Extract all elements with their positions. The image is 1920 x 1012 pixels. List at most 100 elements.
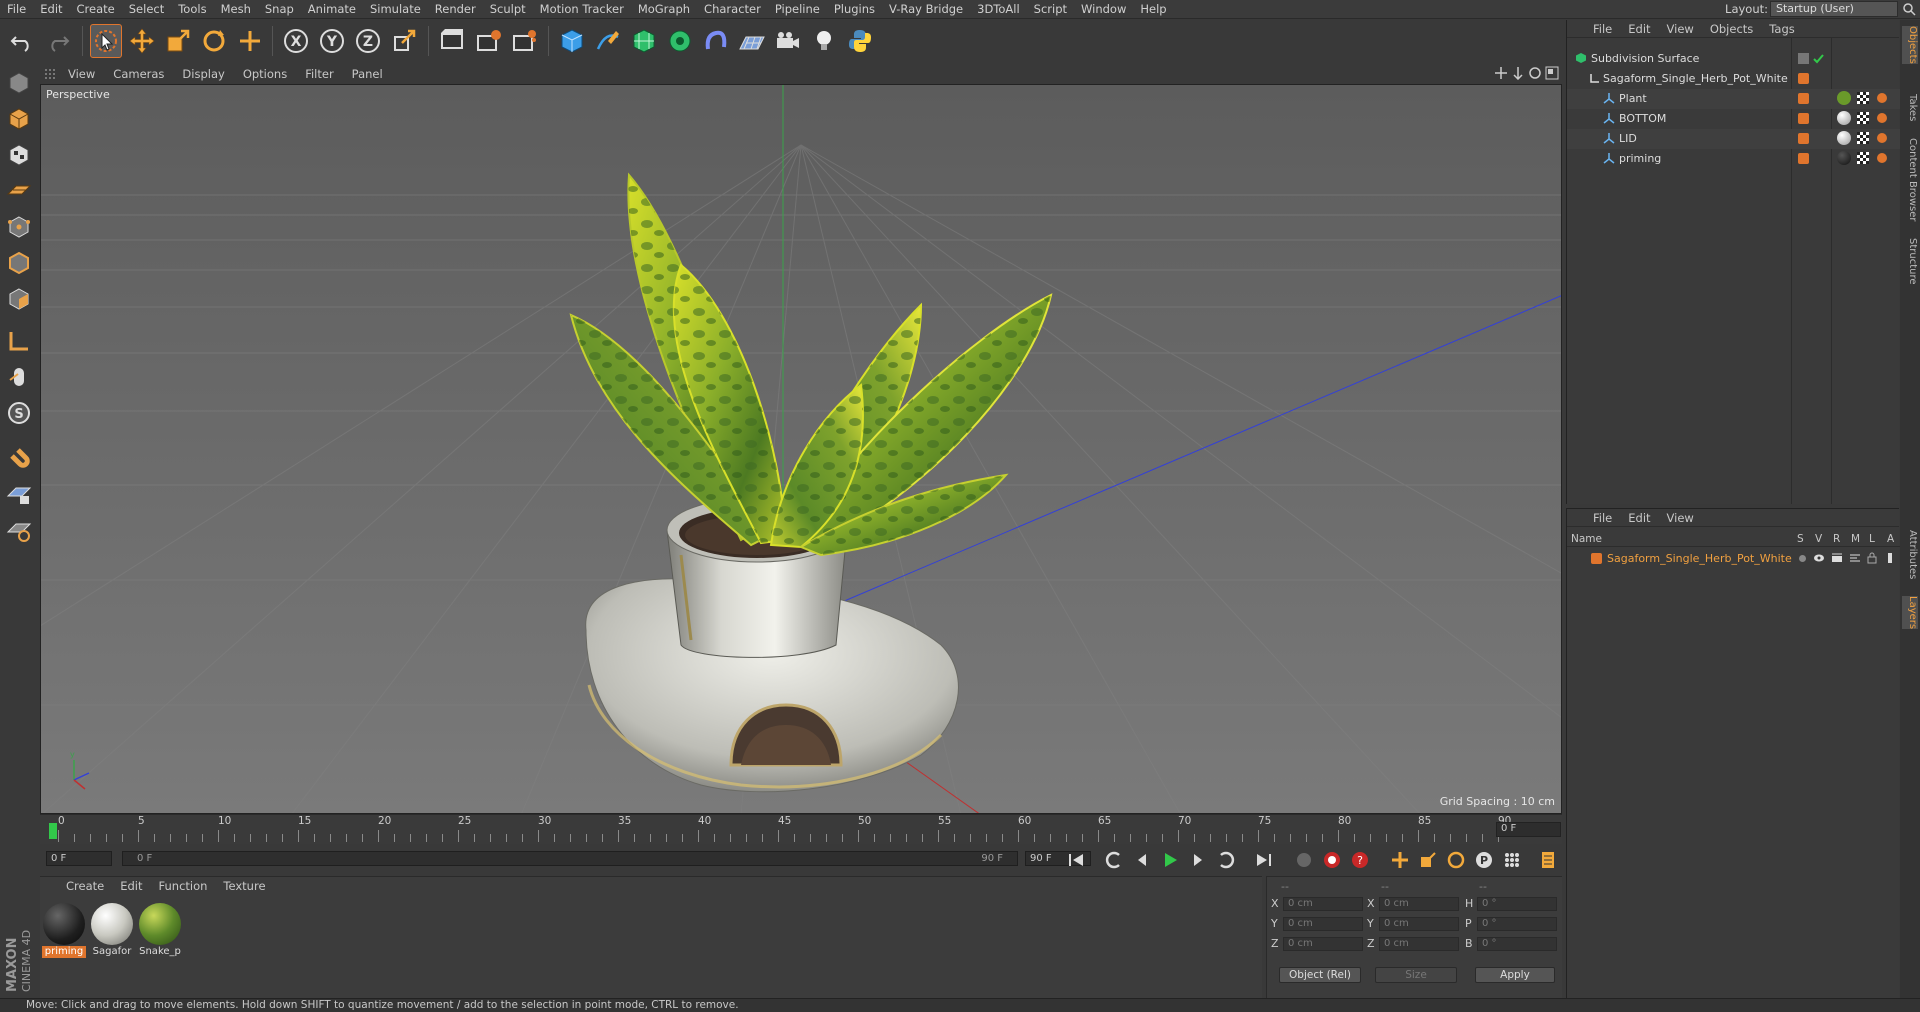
pen-spline-icon[interactable] bbox=[592, 24, 624, 58]
layer-row[interactable]: Sagaform_Single_Herb_Pot_White bbox=[1567, 549, 1900, 569]
menu-window[interactable]: Window bbox=[1074, 2, 1133, 16]
layer-color-dot[interactable] bbox=[1798, 93, 1809, 104]
coordinate-mode-dropdown[interactable]: Object (Rel) bbox=[1279, 967, 1361, 983]
side-tab-attributes[interactable]: Attributes bbox=[1902, 530, 1918, 579]
workplane-lock-icon[interactable] bbox=[3, 479, 34, 510]
move-tool-icon[interactable] bbox=[126, 24, 158, 58]
phong-tag-icon[interactable] bbox=[1877, 113, 1887, 123]
om-menu-tags[interactable]: Tags bbox=[1761, 22, 1802, 36]
x-axis-lock-button[interactable]: X bbox=[280, 24, 312, 58]
layer-color-swatch[interactable] bbox=[1591, 553, 1602, 564]
material-tag-icon[interactable] bbox=[1837, 131, 1851, 145]
3d-viewport[interactable]: y Perspective Grid Spacing : 10 cm bbox=[40, 84, 1562, 814]
play-icon[interactable] bbox=[1158, 849, 1182, 871]
scale-tool-icon[interactable] bbox=[162, 24, 194, 58]
object-row-bottom[interactable]: BOTTOM bbox=[1567, 109, 1900, 129]
light-icon[interactable] bbox=[808, 24, 840, 58]
live-selection-tool-button[interactable] bbox=[90, 24, 122, 58]
uvw-tag-icon[interactable] bbox=[1857, 152, 1869, 164]
side-tab-content-browser[interactable]: Content Browser bbox=[1902, 138, 1918, 221]
key-position-icon[interactable] bbox=[1388, 849, 1412, 871]
axis-mode-icon[interactable] bbox=[3, 325, 34, 356]
size-x-field[interactable]: 0 cm bbox=[1379, 897, 1459, 911]
enabled-check-icon[interactable] bbox=[1813, 53, 1824, 64]
uvw-tag-icon[interactable] bbox=[1857, 112, 1869, 124]
subdivision-surface-icon[interactable] bbox=[628, 24, 660, 58]
viewport-menu-panel[interactable]: Panel bbox=[343, 67, 392, 81]
rot-h-field[interactable]: 0 ° bbox=[1477, 897, 1557, 911]
viewport-menu-view[interactable]: View bbox=[59, 67, 104, 81]
material-tag-icon[interactable] bbox=[1837, 91, 1851, 105]
menu-mograph[interactable]: MoGraph bbox=[631, 2, 697, 16]
layer-color-dot[interactable] bbox=[1798, 153, 1809, 164]
layer-color-dot[interactable] bbox=[1798, 133, 1809, 144]
material-tag-icon[interactable] bbox=[1837, 151, 1851, 165]
recent-tool-icon[interactable] bbox=[234, 24, 266, 58]
viewport-layout-icon[interactable] bbox=[1545, 66, 1559, 80]
material-menu-function[interactable]: Function bbox=[151, 879, 216, 893]
snap-toggle-icon[interactable]: S bbox=[3, 397, 34, 428]
lm-menu-edit[interactable]: Edit bbox=[1620, 511, 1658, 525]
phong-tag-icon[interactable] bbox=[1877, 133, 1887, 143]
menu-create[interactable]: Create bbox=[70, 2, 122, 16]
om-menu-file[interactable]: File bbox=[1585, 22, 1620, 36]
object-row-sagaform-pot[interactable]: Sagaform_Single_Herb_Pot_White bbox=[1567, 69, 1900, 89]
viewport-pan-icon[interactable] bbox=[1494, 66, 1508, 80]
key-scale-icon[interactable] bbox=[1416, 849, 1440, 871]
edges-mode-icon[interactable] bbox=[3, 247, 34, 278]
next-frame-icon[interactable] bbox=[1186, 849, 1210, 871]
object-row-plant[interactable]: Plant bbox=[1567, 89, 1900, 109]
uvw-tag-icon[interactable] bbox=[1857, 92, 1869, 104]
menu-script[interactable]: Script bbox=[1027, 2, 1074, 16]
lm-menu-view[interactable]: View bbox=[1659, 511, 1702, 525]
y-axis-lock-button[interactable]: Y bbox=[316, 24, 348, 58]
menu-tools[interactable]: Tools bbox=[171, 2, 213, 16]
object-row-lid[interactable]: LID bbox=[1567, 129, 1900, 149]
menu-3dtoall[interactable]: 3DToAll bbox=[970, 2, 1027, 16]
pos-x-field[interactable]: 0 cm bbox=[1283, 897, 1363, 911]
viewport-dolly-icon[interactable] bbox=[1511, 66, 1525, 80]
material-menu-edit[interactable]: Edit bbox=[112, 879, 150, 893]
lock-icon[interactable] bbox=[1867, 552, 1877, 564]
side-tab-structure[interactable]: Structure bbox=[1902, 238, 1918, 285]
layer-swatch-icon[interactable] bbox=[1798, 53, 1809, 64]
menu-vray-bridge[interactable]: V-Ray Bridge bbox=[882, 2, 970, 16]
render-to-picture-viewer-icon[interactable] bbox=[508, 24, 540, 58]
om-menu-view[interactable]: View bbox=[1659, 22, 1702, 36]
object-row-priming[interactable]: priming bbox=[1567, 149, 1900, 169]
rot-b-field[interactable]: 0 ° bbox=[1477, 937, 1557, 951]
z-axis-lock-button[interactable]: Z bbox=[352, 24, 384, 58]
key-parameter-icon[interactable]: P bbox=[1472, 849, 1496, 871]
menu-mesh[interactable]: Mesh bbox=[214, 2, 258, 16]
viewport-menu-cameras[interactable]: Cameras bbox=[104, 67, 173, 81]
side-tab-takes[interactable]: Takes bbox=[1902, 94, 1918, 121]
python-script-icon[interactable] bbox=[844, 24, 876, 58]
menu-plugins[interactable]: Plugins bbox=[827, 2, 882, 16]
menu-select[interactable]: Select bbox=[122, 2, 171, 16]
camera-icon[interactable] bbox=[772, 24, 804, 58]
rotate-tool-icon[interactable] bbox=[198, 24, 230, 58]
points-mode-icon[interactable] bbox=[3, 211, 34, 242]
render-clapper-icon[interactable] bbox=[1831, 553, 1843, 563]
size-mode-dropdown[interactable]: Size bbox=[1375, 967, 1457, 983]
pos-y-field[interactable]: 0 cm bbox=[1283, 917, 1363, 931]
phong-tag-icon[interactable] bbox=[1877, 153, 1887, 163]
magnet-icon[interactable] bbox=[3, 443, 34, 474]
menu-sculpt[interactable]: Sculpt bbox=[483, 2, 533, 16]
go-to-end-icon[interactable] bbox=[1252, 849, 1276, 871]
rot-p-field[interactable]: 0 ° bbox=[1477, 917, 1557, 931]
start-frame-field[interactable]: 0 F bbox=[46, 851, 112, 866]
manager-visible-icon[interactable] bbox=[1849, 553, 1861, 563]
render-region-icon[interactable] bbox=[472, 24, 504, 58]
viewport-menu-options[interactable]: Options bbox=[234, 67, 296, 81]
key-point-level-icon[interactable] bbox=[1500, 849, 1524, 871]
menu-simulate[interactable]: Simulate bbox=[363, 2, 428, 16]
autokeying-icon[interactable]: ? bbox=[1348, 849, 1372, 871]
size-z-field[interactable]: 0 cm bbox=[1379, 937, 1459, 951]
deformer-icon[interactable] bbox=[700, 24, 732, 58]
layer-color-dot[interactable] bbox=[1798, 73, 1809, 84]
menu-character[interactable]: Character bbox=[697, 2, 768, 16]
apply-button[interactable]: Apply bbox=[1475, 967, 1555, 983]
uvw-tag-icon[interactable] bbox=[1857, 132, 1869, 144]
timeline-window-icon[interactable] bbox=[1536, 849, 1560, 871]
